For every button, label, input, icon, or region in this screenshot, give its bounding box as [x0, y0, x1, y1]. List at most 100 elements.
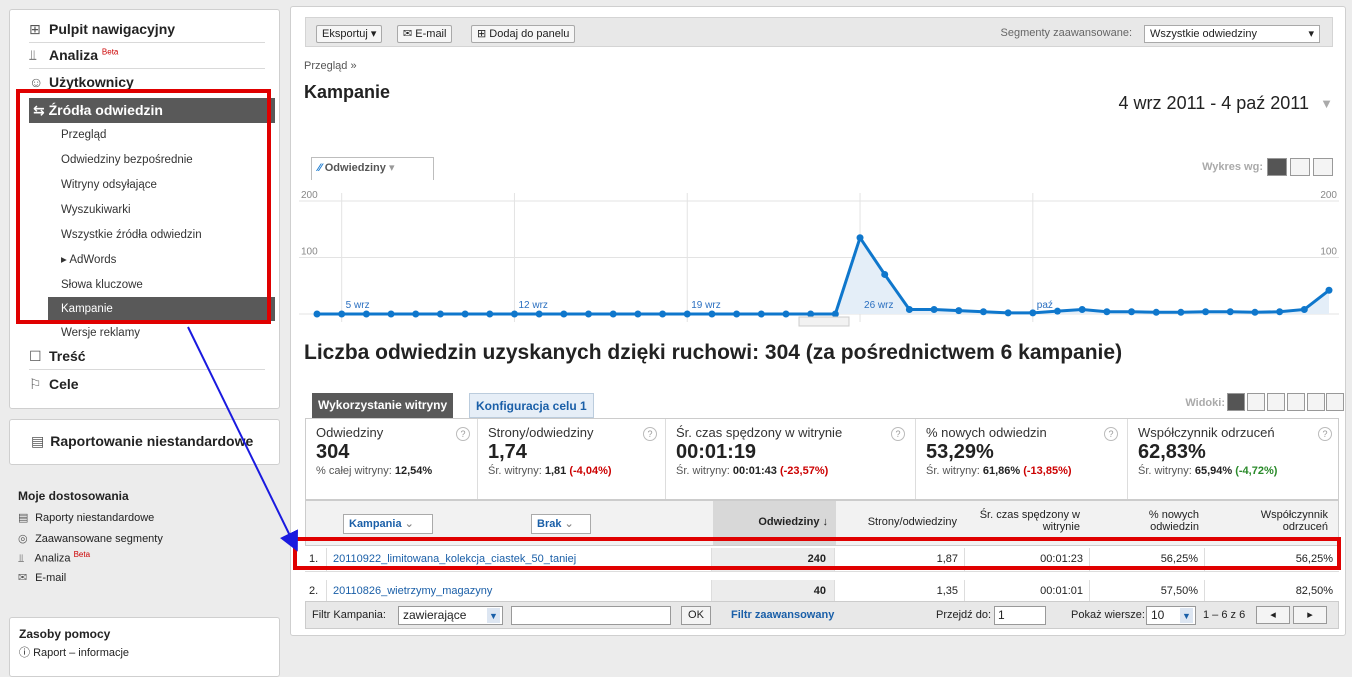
sidebar-item-przeglad[interactable]: Przegląd	[48, 123, 275, 147]
data-point	[831, 310, 839, 318]
moje-email[interactable]: ✉ E-mail	[18, 571, 66, 584]
graph-by-day-button[interactable]	[1267, 158, 1287, 176]
filter-mode-select[interactable]: zawierające ▼	[398, 606, 503, 625]
moje-raporty[interactable]: ▤ Raporty niestandardowe	[18, 511, 154, 524]
goto-input[interactable]: 1	[994, 606, 1046, 625]
moje-segmenty[interactable]: ◎ Zaawansowane segmenty	[18, 532, 163, 545]
help-icon[interactable]: ?	[1104, 427, 1118, 441]
user-icon: ☺	[29, 74, 44, 90]
sidebar-item-witryny[interactable]: Witryny odsyłające	[48, 173, 275, 197]
sidebar-item-kampanie[interactable]: Kampanie	[48, 297, 275, 321]
date-dropdown-icon[interactable]: ▼	[1320, 96, 1333, 111]
data-point	[1128, 308, 1136, 316]
chart-icon: ⫫	[18, 552, 25, 565]
export-button[interactable]: Eksportuj ▾	[316, 25, 383, 43]
sidebar-item-bezposrednie[interactable]: Odwiedziny bezpośrednie	[48, 148, 275, 172]
email-button[interactable]: ✉ E-mail	[397, 25, 453, 43]
sidebar-item-wszystkie[interactable]: Wszystkie źródła odwiedzin	[48, 223, 275, 247]
graph-by-month-button[interactable]	[1313, 158, 1333, 176]
chevron-down-icon: ⌄	[404, 518, 414, 530]
data-point	[535, 310, 543, 318]
views-label: Widoki:	[1185, 397, 1225, 409]
data-point	[1276, 308, 1284, 316]
divider	[29, 68, 265, 69]
nav-uzytkownicy[interactable]: ☺ Użytkownicy	[29, 74, 134, 90]
filter-ok-button[interactable]: OK	[681, 606, 711, 625]
tab-site-usage[interactable]: Wykorzystanie witryny	[312, 393, 454, 418]
nav-zrodla-odwiedzin[interactable]: ⇆ Źródła odwiedzin	[29, 98, 275, 123]
table-header: Kampania ⌄ Brak ⌄ Odwiedziny ↓ Strony/od…	[305, 500, 1339, 546]
view-pivot-icon[interactable]	[1307, 393, 1325, 411]
summary-title: Liczba odwiedzin uzyskanych dzięki rucho…	[304, 341, 1123, 364]
series-line	[317, 234, 1330, 316]
view-table-icon[interactable]	[1227, 393, 1245, 411]
x-tick-label: 26 wrz	[864, 300, 893, 311]
custom-reporting-panel[interactable]: ▤ Raportowanie niestandardowe	[9, 419, 280, 465]
graph-by-week-button[interactable]	[1290, 158, 1310, 176]
view-performance-icon[interactable]	[1267, 393, 1285, 411]
view-pie-icon[interactable]	[1247, 393, 1265, 411]
add-to-panel-button[interactable]: ⊞ Dodaj do panelu	[471, 25, 576, 43]
tab-goal-set-1[interactable]: Konfiguracja celu 1	[469, 393, 594, 418]
segments-select[interactable]: Wszystkie odwiedziny ▾	[1144, 25, 1320, 43]
date-range[interactable]: 4 wrz 2011 - 4 paź 2011	[1119, 93, 1309, 114]
data-point	[338, 310, 346, 318]
sidebar-item-slowa[interactable]: Słowa kluczowe	[48, 273, 275, 297]
nav-pulpit[interactable]: ⊞ Pulpit nawigacyjny	[29, 21, 175, 38]
nav-tresc[interactable]: ☐ Treść	[29, 348, 86, 365]
prev-page-button[interactable]: ◂	[1256, 606, 1290, 624]
col-bounce-rate[interactable]: Współczynnik odrzuceń	[1236, 509, 1332, 533]
data-point	[1103, 308, 1111, 316]
dimension-select-campaign[interactable]: Kampania ⌄	[343, 514, 433, 534]
col-new-visits[interactable]: % nowych odwiedzin	[1106, 509, 1203, 533]
sidebar-item-adwords[interactable]: ▸ AdWords	[48, 248, 275, 272]
help-title: Zasoby pomocy	[19, 627, 111, 641]
help-icon[interactable]: ?	[1318, 427, 1332, 441]
view-trend-icon[interactable]	[1326, 393, 1344, 411]
divider	[29, 369, 265, 370]
email-icon: ✉	[18, 572, 28, 584]
data-point	[313, 310, 321, 318]
chevron-down-icon: ▼	[1180, 608, 1193, 623]
x-tick-label: paź	[1037, 300, 1053, 311]
data-point	[683, 310, 691, 318]
dashboard-icon: ⊞	[29, 21, 41, 37]
campaign-link[interactable]: 20110922_limitowana_kolekcja_ciastek_50_…	[327, 548, 712, 572]
sidebar-item-wersje[interactable]: Wersje reklamy	[48, 321, 275, 345]
filter-text-input[interactable]	[511, 606, 671, 625]
nav-cele[interactable]: ⚐ Cele	[29, 376, 79, 393]
data-point	[634, 310, 642, 318]
scorecard-new-visits: % nowych odwiedzin 53,29% Śr. witryny: 6…	[916, 419, 1128, 499]
toolbar: Eksportuj ▾ ✉ E-mail ⊞ Dodaj do panelu S…	[305, 17, 1333, 47]
help-link[interactable]: ⓘ Raport – informacje	[19, 644, 129, 660]
advanced-filter-link[interactable]: Filtr zaawansowany	[731, 609, 834, 621]
col-avg-time[interactable]: Śr. czas spędzony w witrynie	[966, 509, 1084, 533]
help-icon[interactable]: ?	[456, 427, 470, 441]
sidebar-item-wyszukiwarki[interactable]: Wyszukiwarki	[48, 198, 275, 222]
dimension-select-secondary[interactable]: Brak ⌄	[531, 514, 591, 534]
rows-select[interactable]: 10 ▼	[1146, 606, 1196, 625]
col-visits[interactable]: Odwiedziny ↓	[713, 501, 836, 545]
help-icon[interactable]: ?	[643, 427, 657, 441]
content-icon: ☐	[29, 348, 42, 364]
data-point	[1029, 309, 1037, 317]
metric-select[interactable]: ⁄⁄ Odwiedziny ▾	[311, 157, 434, 180]
moje-dostosowania-title: Moje dostosowania	[18, 489, 129, 503]
data-point	[1053, 307, 1061, 315]
chart-resize-handle	[798, 316, 850, 327]
table-row[interactable]: 1. 20110922_limitowana_kolekcja_ciastek_…	[305, 548, 1339, 572]
report-icon: ▤	[31, 433, 45, 449]
data-point	[979, 308, 987, 316]
help-icon[interactable]: ?	[891, 427, 905, 441]
view-comparison-icon[interactable]	[1287, 393, 1305, 411]
col-pages-per-visit[interactable]: Strony/odwiedziny	[836, 516, 961, 528]
x-tick-label: 19 wrz	[691, 300, 720, 311]
breadcrumb[interactable]: Przegląd »	[304, 60, 357, 72]
moje-analiza[interactable]: ⫫ Analiza Beta	[18, 550, 90, 566]
data-point	[955, 307, 963, 315]
chevron-down-icon: ▾	[370, 28, 377, 40]
nav-analiza[interactable]: ⫫ Analiza Beta	[29, 47, 118, 64]
next-page-button[interactable]: ▸	[1293, 606, 1327, 624]
chevron-down-icon: ▼	[487, 608, 500, 623]
custom-reporting-link[interactable]: Raportowanie niestandardowe	[50, 433, 253, 449]
